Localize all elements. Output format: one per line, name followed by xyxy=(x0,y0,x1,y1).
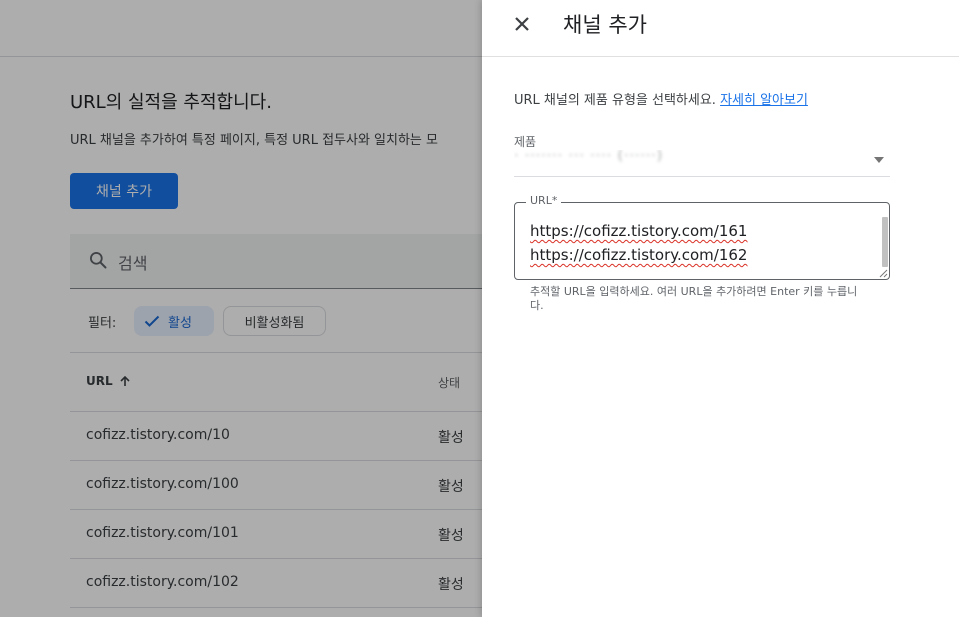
chevron-down-icon xyxy=(874,157,884,163)
url-help-text: 추적할 URL을 입력하세요. 여러 URL을 추가하려면 Enter 키를 누… xyxy=(530,285,858,312)
product-select-value: · ······· ··· ···· (······) xyxy=(514,150,664,164)
url-textarea-content: https://cofizz.tistory.com/161 https://c… xyxy=(530,219,747,267)
learn-more-link[interactable]: 자세히 알아보기 xyxy=(720,93,808,108)
panel-header: 채널 추가 xyxy=(482,0,959,57)
url-line: https://cofizz.tistory.com/162 xyxy=(530,246,748,264)
url-field-label: URL* xyxy=(526,194,562,207)
add-channel-panel: 채널 추가 URL 채널의 제품 유형을 선택하세요. 자세히 알아보기 제품 … xyxy=(482,0,959,617)
close-icon[interactable] xyxy=(508,10,536,38)
panel-title: 채널 추가 xyxy=(563,13,647,37)
panel-intro: URL 채널의 제품 유형을 선택하세요. 자세히 알아보기 xyxy=(514,89,808,108)
product-select[interactable]: · ······· ··· ···· (······) xyxy=(514,150,890,177)
panel-intro-text: URL 채널의 제품 유형을 선택하세요. xyxy=(514,93,716,108)
textarea-scrollbar[interactable] xyxy=(882,217,888,267)
url-textarea[interactable]: URL* https://cofizz.tistory.com/161 http… xyxy=(514,194,890,280)
url-line: https://cofizz.tistory.com/161 xyxy=(530,222,748,240)
product-label: 제품 xyxy=(514,135,537,149)
resize-handle-icon[interactable] xyxy=(879,269,888,278)
